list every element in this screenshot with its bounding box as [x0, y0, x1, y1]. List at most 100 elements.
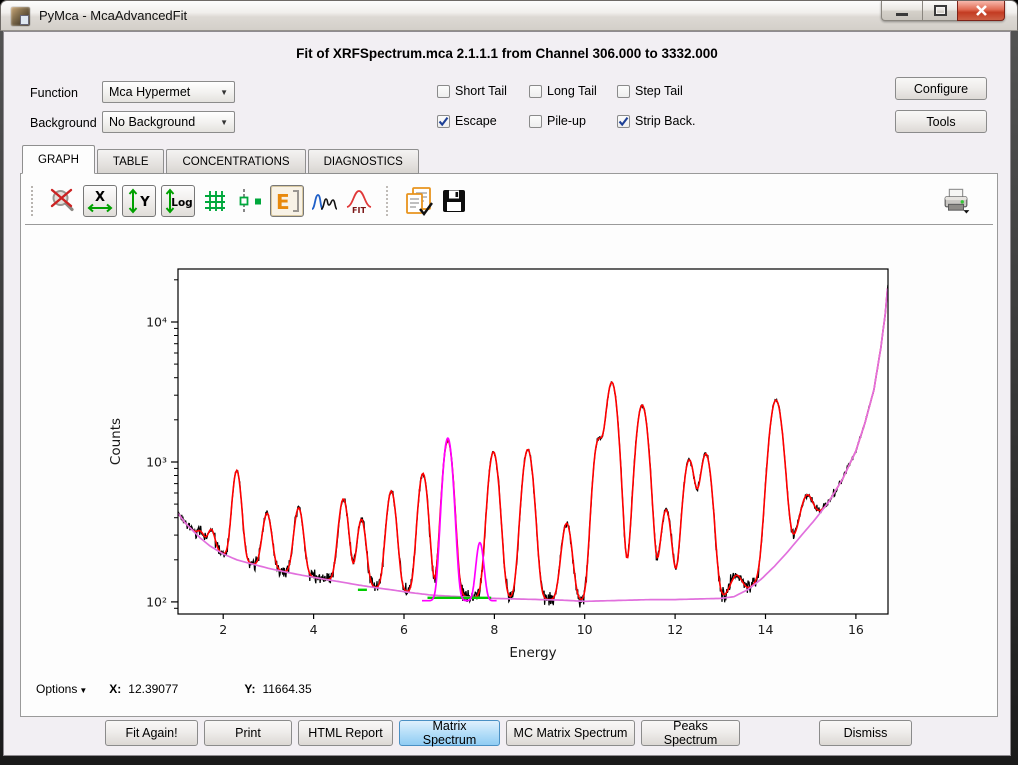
- svg-text:X: X: [95, 190, 105, 205]
- chevron-down-icon: ▼: [220, 118, 228, 127]
- svg-text:Y: Y: [139, 195, 150, 210]
- function-value: Mca Hypermet: [109, 85, 190, 99]
- x-tick-label: 4: [310, 622, 318, 637]
- function-select[interactable]: Mca Hypermet ▼: [102, 81, 235, 103]
- grid-toggle-icon[interactable]: [200, 185, 230, 217]
- checkbox-short-tail[interactable]: Short Tail: [437, 84, 529, 98]
- window-title: PyMca - McaAdvancedFit: [39, 8, 187, 23]
- tab-diagnostics[interactable]: DIAGNOSTICS: [308, 149, 419, 174]
- checkbox-label: Strip Back.: [635, 114, 695, 128]
- configure-button[interactable]: Configure: [895, 77, 987, 100]
- checkbox-label: Long Tail: [547, 84, 597, 98]
- html-report-button[interactable]: HTML Report: [298, 720, 393, 746]
- options-label: Options: [36, 682, 77, 696]
- close-icon: [975, 5, 988, 16]
- cursor-status-row: Options ▼ X: 12.39077 Y: 11664.35: [36, 682, 312, 696]
- cursor-x-value: 12.39077: [128, 682, 178, 696]
- unchecked-checkbox-icon[interactable]: [617, 85, 630, 98]
- unchecked-checkbox-icon[interactable]: [437, 85, 450, 98]
- tools-button[interactable]: Tools: [895, 110, 987, 133]
- save-icon[interactable]: [439, 185, 469, 217]
- tab-concentrations[interactable]: CONCENTRATIONS: [166, 149, 305, 174]
- checkbox-label: Step Tail: [635, 84, 683, 98]
- function-label: Function: [30, 86, 78, 100]
- checkbox-label: Pile-up: [547, 114, 586, 128]
- peaks-spectrum-button[interactable]: Peaks Spectrum: [641, 720, 740, 746]
- checked-checkbox-icon[interactable]: [617, 115, 630, 128]
- copy-report-icon[interactable]: [404, 185, 434, 217]
- checkbox-strip-back[interactable]: Strip Back.: [617, 114, 695, 128]
- x-tick-label: 16: [848, 622, 864, 637]
- checkbox-long-tail[interactable]: Long Tail: [529, 84, 617, 98]
- cursor-y-label: Y:: [244, 682, 255, 696]
- unchecked-checkbox-icon[interactable]: [529, 115, 542, 128]
- minimize-button[interactable]: [881, 1, 923, 21]
- mca-advanced-fit-dialog: Fit of XRFSpectrum.mca 2.1.1.1 from Chan…: [3, 31, 1011, 756]
- print-button[interactable]: Print: [204, 720, 292, 746]
- dismiss-button[interactable]: Dismiss: [819, 720, 912, 746]
- energy-axis-button[interactable]: E: [270, 185, 304, 217]
- toolbar-drag-handle[interactable]: [31, 186, 37, 216]
- svg-text:FIT: FIT: [352, 206, 366, 215]
- cursor-y-value: 11664.35: [262, 682, 311, 696]
- zoom-reset-icon[interactable]: [48, 185, 78, 217]
- tab-graph[interactable]: GRAPH: [22, 145, 95, 174]
- checkbox-step-tail[interactable]: Step Tail: [617, 84, 695, 98]
- matrix-spectrum-button[interactable]: Matrix Spectrum: [399, 720, 500, 746]
- svg-text:E: E: [276, 190, 290, 214]
- x-tick-label: 6: [400, 622, 408, 637]
- toolbar-separator: [386, 186, 392, 216]
- plot-toolbar: X Y Log E FIT: [29, 180, 989, 222]
- cursor-x-label: X:: [109, 682, 121, 696]
- chevron-down-icon: ▼: [79, 686, 87, 695]
- x-tick-label: 2: [219, 622, 227, 637]
- markers-toggle-icon[interactable]: [235, 185, 265, 217]
- fit-peaks-icon[interactable]: [309, 185, 339, 217]
- y-tick-label: 10⁴: [146, 315, 167, 330]
- fit-again-button[interactable]: Fit Again!: [105, 720, 198, 746]
- checkbox-label: Escape: [455, 114, 497, 128]
- restore-icon: [934, 5, 947, 16]
- y-axis-label: Counts: [108, 418, 124, 465]
- toolbar-divider: [25, 224, 993, 225]
- checkbox-pile-up[interactable]: Pile-up: [529, 114, 617, 128]
- checkbox-label: Short Tail: [455, 84, 507, 98]
- pymca-app-icon: [11, 7, 30, 26]
- spectrum-chart[interactable]: 2 4 6 8 10 12 14 16 10² 10³ 10⁴ Energy Counts: [24, 226, 996, 688]
- plot-background[interactable]: [178, 269, 888, 614]
- title-bar[interactable]: PyMca - McaAdvancedFit: [0, 0, 1018, 31]
- x-tick-label: 8: [490, 622, 498, 637]
- x-autoscale-button[interactable]: X: [83, 185, 117, 217]
- minimize-icon: [896, 13, 908, 16]
- log-scale-button[interactable]: Log: [161, 185, 195, 217]
- y-tick-label: 10²: [146, 594, 167, 609]
- x-tick-label: 14: [758, 622, 774, 637]
- fit-header-title: Fit of XRFSpectrum.mca 2.1.1.1 from Chan…: [4, 46, 1010, 61]
- tab-bar: GRAPHTABLECONCENTRATIONSDIAGNOSTICS: [22, 145, 421, 174]
- x-tick-label: 12: [667, 622, 683, 637]
- background-value: No Background: [109, 115, 195, 129]
- background-label: Background: [30, 116, 97, 130]
- print-icon[interactable]: [941, 185, 971, 217]
- action-button-row: Fit Again!PrintHTML ReportMatrix Spectru…: [4, 718, 1010, 748]
- y-tick-label: 10³: [146, 455, 167, 470]
- options-menu-button[interactable]: Options ▼: [36, 682, 87, 696]
- x-tick-label: 10: [577, 622, 593, 637]
- unchecked-checkbox-icon[interactable]: [529, 85, 542, 98]
- mc-matrix-spectrum-button[interactable]: MC Matrix Spectrum: [506, 720, 635, 746]
- chevron-down-icon: ▼: [220, 88, 228, 97]
- close-button[interactable]: [957, 1, 1005, 21]
- restore-button[interactable]: [923, 1, 957, 21]
- fit-option-checkboxes: Short Tail Long Tail Step Tail Escape Pile-u…: [437, 76, 695, 136]
- fit-again-icon[interactable]: FIT: [344, 185, 374, 217]
- tab-table[interactable]: TABLE: [97, 149, 165, 174]
- x-axis-label: Energy: [509, 645, 556, 661]
- svg-text:Log: Log: [171, 197, 192, 209]
- y-autoscale-button[interactable]: Y: [122, 185, 156, 217]
- graph-tab-panel: X Y Log E FIT 2 4 6 8 10 12 14 16 10² 10³ 10⁴ Energy Cou…: [20, 173, 998, 717]
- application-window: PyMca - McaAdvancedFit Fit of XRFSpectru…: [0, 0, 1018, 765]
- window-controls: [881, 1, 1005, 21]
- checked-checkbox-icon[interactable]: [437, 115, 450, 128]
- background-select[interactable]: No Background ▼: [102, 111, 235, 133]
- checkbox-escape[interactable]: Escape: [437, 114, 529, 128]
